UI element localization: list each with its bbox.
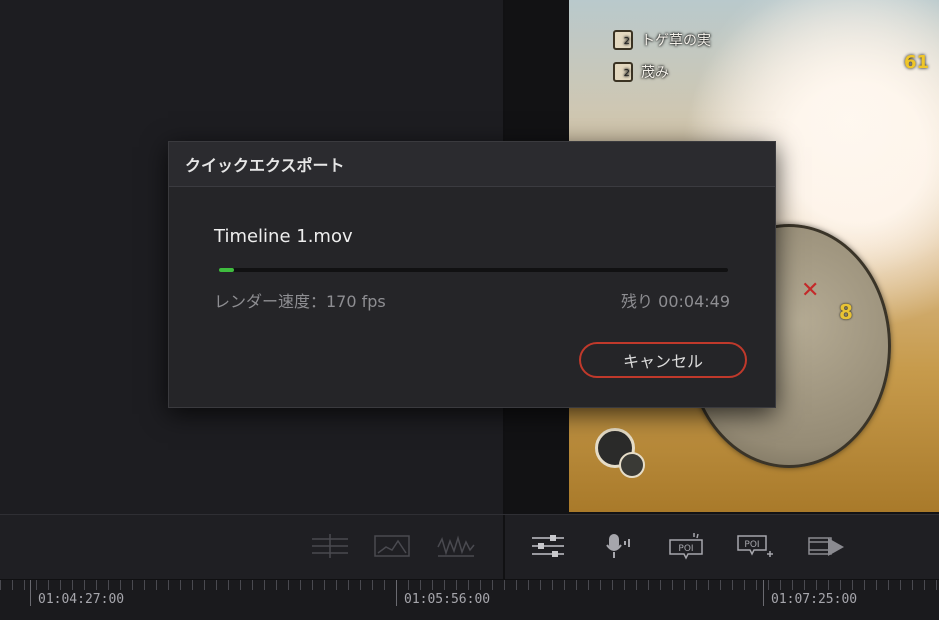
timeline-ruler[interactable]: 01:04:27:00 01:05:56:00 01:07:25:00 — [0, 580, 939, 620]
split-view-icon[interactable] — [310, 531, 350, 561]
dialog-title: クイックエクスポート — [169, 142, 775, 187]
export-filename: Timeline 1.mov — [214, 226, 353, 247]
voiceover-mic-icon[interactable] — [598, 531, 638, 561]
item-icon: 2 — [613, 30, 633, 50]
toolbar-divider — [503, 515, 505, 581]
hud-item: 2 トゲ草の実 — [613, 30, 711, 50]
time-remaining: 残り 00:04:49 — [621, 292, 730, 311]
timecode-label: 01:07:25:00 — [771, 592, 858, 607]
poi-add-icon[interactable]: POI — [734, 531, 774, 561]
ruler-ticks — [0, 580, 939, 590]
compass-small-icon — [619, 452, 645, 478]
video-scope-icon[interactable] — [372, 531, 412, 561]
hud-item-label: 茂み — [641, 65, 669, 81]
render-speed: レンダー速度：170 fps — [214, 292, 386, 311]
cancel-button[interactable]: キャンセル — [579, 342, 747, 378]
quick-export-dialog: クイックエクスポート Timeline 1.mov レンダー速度：170 fps… — [168, 141, 776, 408]
poi-marker-icon[interactable]: POI — [666, 531, 706, 561]
render-progress-fill — [219, 268, 235, 272]
mixer-sliders-icon[interactable] — [528, 531, 568, 561]
viewer-toolbar: POI POI — [0, 514, 939, 581]
item-icon: 2 — [613, 62, 633, 82]
render-play-icon[interactable] — [806, 531, 846, 561]
timecode-label: 01:05:56:00 — [404, 592, 491, 607]
hud-item: 2 茂み — [613, 62, 669, 82]
svg-text:POI: POI — [678, 544, 693, 554]
ruler-major-tick — [763, 580, 764, 606]
ruler-major-tick — [30, 580, 31, 606]
svg-text:POI: POI — [744, 540, 759, 550]
hud-item-label: トゲ草の実 — [641, 33, 711, 49]
minimap-marker-icon: ✕ — [801, 278, 820, 303]
ruler-major-tick — [396, 580, 397, 606]
minimap-number: 8 — [839, 300, 853, 324]
waveform-icon[interactable] — [436, 531, 476, 561]
render-progress-bar — [219, 268, 728, 272]
timecode-label: 01:04:27:00 — [38, 592, 125, 607]
hud-number: 61 — [903, 52, 929, 73]
